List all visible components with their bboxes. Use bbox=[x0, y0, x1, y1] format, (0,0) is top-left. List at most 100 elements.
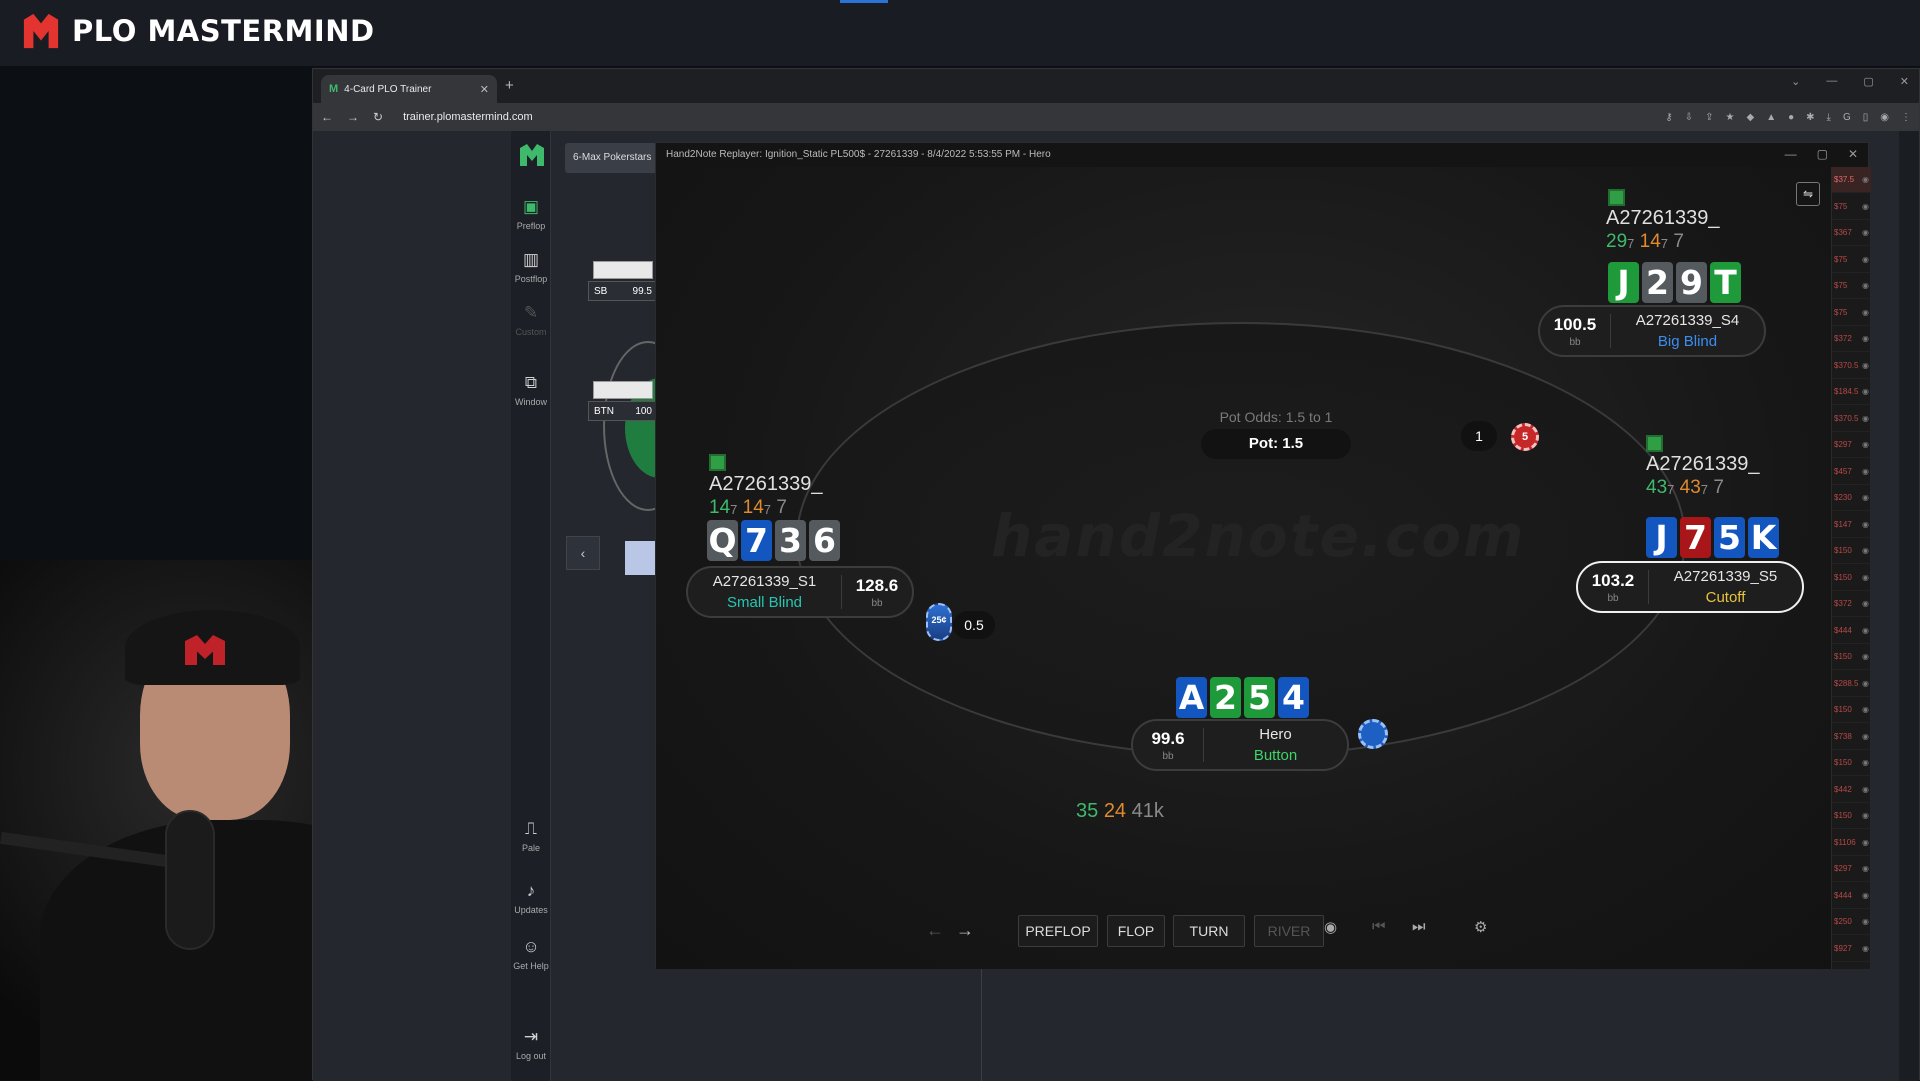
sidebar-item-preflop[interactable]: ▣ Preflop bbox=[511, 197, 551, 231]
eye-icon[interactable]: ◉ bbox=[1862, 705, 1869, 722]
step-back-icon[interactable]: ← bbox=[926, 920, 944, 941]
sidebar-item-window[interactable]: ⧉ Window bbox=[511, 373, 551, 407]
hand-result-row[interactable]: $150 ◉ bbox=[1832, 697, 1871, 723]
sidebar-item-log-out[interactable]: ⇥ Log out bbox=[511, 1027, 551, 1061]
hand-result-row[interactable]: $147 ◉ bbox=[1832, 512, 1871, 538]
eye-icon[interactable]: ◉ bbox=[1862, 387, 1869, 404]
url-field[interactable]: trainer.plomastermind.com bbox=[403, 111, 533, 123]
hand-result-row[interactable]: $75 ◉ bbox=[1832, 247, 1871, 273]
eye-icon[interactable]: ◉ bbox=[1862, 679, 1869, 696]
eye-icon[interactable]: ◉ bbox=[1862, 467, 1869, 484]
eye-icon[interactable]: ◉ bbox=[1862, 758, 1869, 775]
eye-icon[interactable]: ◉ bbox=[1862, 308, 1869, 325]
eye-icon[interactable]: ◉ bbox=[1862, 334, 1869, 351]
install-icon[interactable]: ⇩ bbox=[1685, 112, 1693, 123]
hand-result-row[interactable]: $370.5 ◉ bbox=[1832, 353, 1871, 379]
drive-icon[interactable]: ▲ bbox=[1766, 112, 1776, 123]
street-flop-button[interactable]: FLOP bbox=[1107, 915, 1165, 947]
skip-end-icon[interactable]: ⏭ bbox=[1412, 918, 1426, 935]
profile-icon[interactable]: ◉ bbox=[1880, 112, 1889, 123]
hand-result-row[interactable]: $75 ◉ bbox=[1832, 194, 1871, 220]
maximize-icon[interactable]: ▢ bbox=[1817, 147, 1828, 161]
hand-result-row[interactable]: $150 ◉ bbox=[1832, 565, 1871, 591]
eye-icon[interactable]: ◉ bbox=[1862, 546, 1869, 563]
eye-icon[interactable]: ◉ bbox=[1862, 414, 1869, 431]
browser-tab[interactable]: M 4-Card PLO Trainer ✕ bbox=[321, 75, 497, 103]
back-icon[interactable]: ← bbox=[321, 110, 333, 124]
eye-icon[interactable]: ◉ bbox=[1862, 626, 1869, 643]
hand-result-row[interactable]: $372 ◉ bbox=[1832, 326, 1871, 352]
puzzle-icon[interactable]: ✱ bbox=[1806, 112, 1814, 123]
bg-prev-button[interactable]: ‹ bbox=[566, 536, 600, 570]
close-icon[interactable]: ✕ bbox=[1848, 147, 1858, 161]
eye-icon[interactable]: ◉ bbox=[1862, 864, 1869, 881]
seat-small-blind[interactable]: 128.6 bb A27261339_S1 Small Blind bbox=[686, 566, 914, 618]
forward-icon[interactable]: → bbox=[347, 110, 359, 124]
tab-search-icon[interactable]: ⌄ bbox=[1791, 75, 1800, 88]
sidebar-item-get-help[interactable]: ☺ Get Help bbox=[511, 937, 551, 971]
hand-result-row[interactable]: $250 ◉ bbox=[1832, 909, 1871, 935]
hand-result-row[interactable]: $37.5 ◉ bbox=[1832, 167, 1871, 193]
extension-icon[interactable]: ◆ bbox=[1747, 112, 1755, 123]
hand-result-row[interactable]: $367 ◉ bbox=[1832, 220, 1871, 246]
hand-result-row[interactable]: $297 ◉ bbox=[1832, 856, 1871, 882]
street-river-button[interactable]: RIVER bbox=[1254, 915, 1324, 947]
hand-result-row[interactable]: $1106 ◉ bbox=[1832, 830, 1871, 856]
seat-hero[interactable]: 99.6 bb Hero Button bbox=[1131, 719, 1349, 771]
hand-result-row[interactable]: $297 ◉ bbox=[1832, 432, 1871, 458]
sidebar-item-custom[interactable]: ✎ Custom bbox=[511, 303, 551, 337]
hand-result-row[interactable]: $75 ◉ bbox=[1832, 273, 1871, 299]
sidebar-item-updates[interactable]: ♪ Updates bbox=[511, 881, 551, 915]
eye-icon[interactable]: ◉ bbox=[1862, 175, 1869, 192]
key-icon[interactable]: ⚷ bbox=[1665, 112, 1672, 123]
eye-icon[interactable]: ◉ bbox=[1862, 361, 1869, 378]
close-tab-icon[interactable]: ✕ bbox=[480, 83, 489, 96]
bookmark-star-icon[interactable]: ★ bbox=[1726, 112, 1735, 123]
sidebar-item-pale[interactable]: ⎍ Pale bbox=[511, 819, 551, 853]
hand-result-row[interactable]: $150 ◉ bbox=[1832, 644, 1871, 670]
eye-icon[interactable]: ◉ bbox=[1862, 255, 1869, 272]
hand-result-row[interactable]: $444 ◉ bbox=[1832, 618, 1871, 644]
hand-result-row[interactable]: $927 ◉ bbox=[1832, 936, 1871, 962]
eye-icon[interactable]: ◉ bbox=[1862, 599, 1869, 616]
skip-start-icon[interactable]: ⏮ bbox=[1372, 918, 1386, 935]
download-icon[interactable]: ⤓ bbox=[1827, 112, 1831, 123]
eye-icon[interactable]: ◉ bbox=[1862, 785, 1869, 802]
menu-dots-icon[interactable]: ⋮ bbox=[1901, 112, 1911, 123]
minimize-icon[interactable]: — bbox=[1785, 147, 1797, 161]
reload-icon[interactable]: ↻ bbox=[373, 110, 383, 124]
seat-cutoff[interactable]: 103.2 bb A27261339_S5 Cutoff bbox=[1576, 561, 1804, 613]
hand-result-row[interactable]: $372 ◉ bbox=[1832, 591, 1871, 617]
eye-icon[interactable]: ◉ bbox=[1862, 573, 1869, 590]
hand-result-row[interactable]: $288.5 ◉ bbox=[1832, 671, 1871, 697]
hand-result-row[interactable]: $738 ◉ bbox=[1832, 724, 1871, 750]
hand-result-row[interactable]: $184.5 ◉ bbox=[1832, 379, 1871, 405]
eye-icon[interactable]: ◉ bbox=[1862, 944, 1869, 961]
hud-toggle-icon[interactable]: ⇋ bbox=[1796, 182, 1820, 206]
eye-icon[interactable]: ◉ bbox=[1862, 281, 1869, 298]
eye-icon[interactable]: ◉ bbox=[1862, 652, 1869, 669]
hand-result-row[interactable]: $370.5 ◉ bbox=[1832, 406, 1871, 432]
street-turn-button[interactable]: TURN bbox=[1173, 915, 1245, 947]
eye-icon[interactable]: ◉ bbox=[1862, 732, 1869, 749]
hand-result-row[interactable]: $150 ◉ bbox=[1832, 538, 1871, 564]
new-tab-icon[interactable]: + bbox=[505, 77, 514, 94]
hand-result-row[interactable]: $442 ◉ bbox=[1832, 777, 1871, 803]
eye-icon[interactable]: ◉ bbox=[1324, 918, 1337, 936]
eye-icon[interactable]: ◉ bbox=[1862, 228, 1869, 245]
hand-result-row[interactable]: $444 ◉ bbox=[1832, 883, 1871, 909]
shield-icon[interactable]: ● bbox=[1788, 112, 1794, 123]
eye-icon[interactable]: ◉ bbox=[1862, 838, 1869, 855]
eye-icon[interactable]: ◉ bbox=[1862, 440, 1869, 457]
hand-result-row[interactable]: $230 ◉ bbox=[1832, 485, 1871, 511]
hand-result-row[interactable]: $150 ◉ bbox=[1832, 750, 1871, 776]
close-window-icon[interactable]: ✕ bbox=[1900, 75, 1909, 88]
eye-icon[interactable]: ◉ bbox=[1862, 891, 1869, 908]
seat-big-blind[interactable]: 100.5 bb A27261339_S4 Big Blind bbox=[1538, 305, 1766, 357]
google-icon[interactable]: G bbox=[1843, 112, 1851, 123]
sidebar-icon[interactable]: ▯ bbox=[1863, 112, 1869, 123]
eye-icon[interactable]: ◉ bbox=[1862, 520, 1869, 537]
street-preflop-button[interactable]: PREFLOP bbox=[1018, 915, 1098, 947]
eye-icon[interactable]: ◉ bbox=[1862, 811, 1869, 828]
maximize-icon[interactable]: ▢ bbox=[1863, 75, 1873, 88]
